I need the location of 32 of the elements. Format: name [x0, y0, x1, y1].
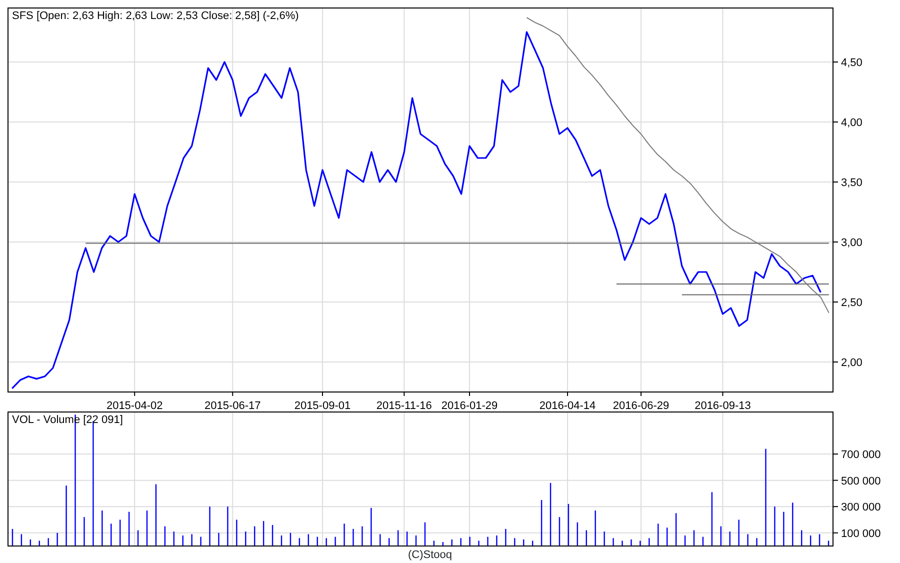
- tick-mark: [232, 392, 234, 396]
- axis-label: 2,00: [841, 357, 862, 369]
- copyright-text: (C)Stooq: [408, 548, 452, 562]
- tick-mark: [640, 392, 642, 396]
- tick-mark: [832, 480, 838, 481]
- tick-mark: [567, 392, 568, 396]
- axis-label: 4,50: [841, 57, 862, 69]
- axis-label: 2016-06-29: [612, 400, 670, 411]
- axis-label: 2015-04-02: [106, 400, 163, 411]
- tick-mark: [134, 392, 136, 396]
- tick-mark: [722, 392, 724, 396]
- axis-label: 2015-09-01: [294, 400, 351, 411]
- tick-mark: [322, 392, 323, 396]
- tick-mark: [832, 454, 838, 455]
- axis-label: 2016-09-13: [694, 400, 751, 411]
- axis-label: 2,50: [841, 297, 862, 309]
- tick-mark: [404, 392, 405, 396]
- axis-label: 3,00: [841, 237, 862, 249]
- axis-label: 2016-04-14: [539, 400, 596, 411]
- tick-mark: [832, 532, 838, 534]
- axis-label: 100 000: [841, 528, 881, 540]
- tick-mark: [469, 392, 470, 396]
- tick-mark: [832, 506, 838, 508]
- axis-label: 4,00: [841, 117, 862, 129]
- axis-label: 3,50: [841, 177, 862, 189]
- axis-label: 500 000: [841, 475, 881, 488]
- axis-label: 2016-01-29: [441, 400, 498, 411]
- axis-label: 300 000: [841, 502, 881, 514]
- axis-label: 2015-11-16: [376, 400, 432, 411]
- axis-label: 2015-06-17: [204, 400, 261, 411]
- axis-label: 700 000: [841, 449, 881, 462]
- chart-title: SFS [Open: 2,63 High: 2,63 Low: 2,53 Close: 2,58] (-2,6%): [12, 10, 299, 22]
